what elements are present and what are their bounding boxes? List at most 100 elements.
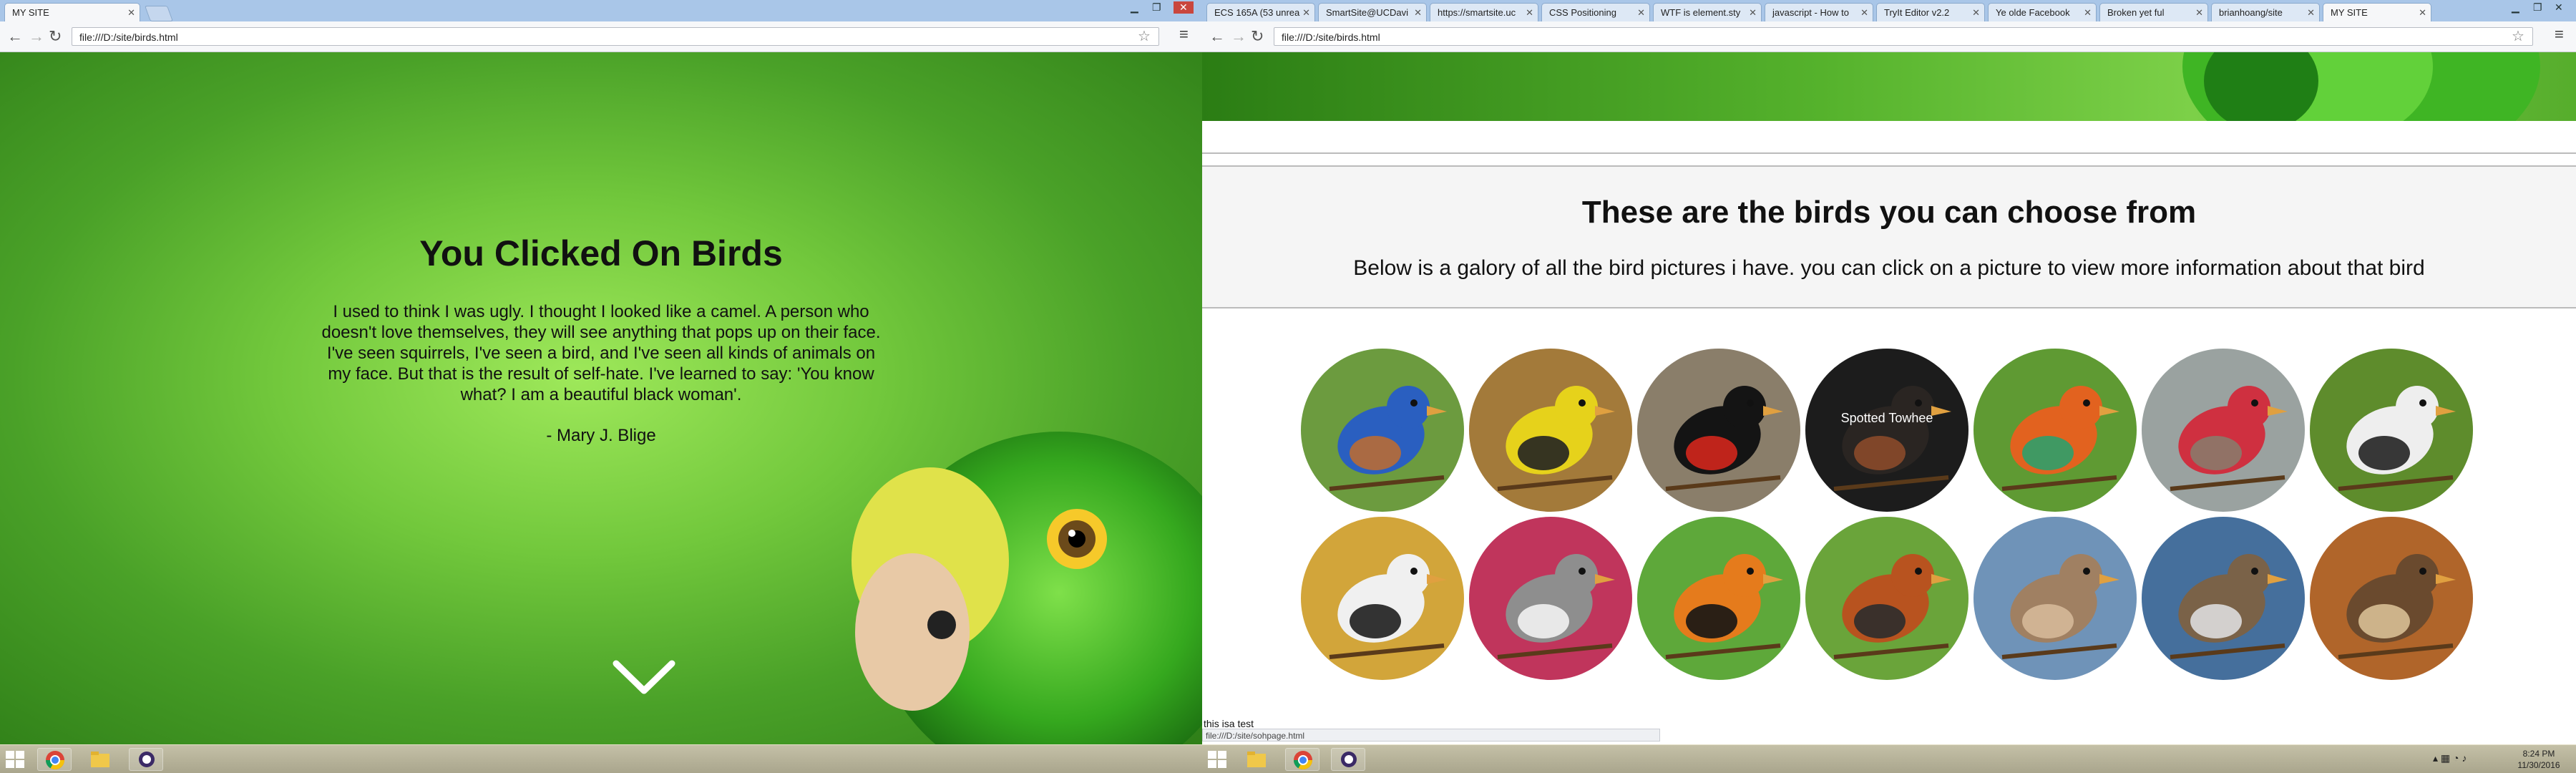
browser-tab[interactable]: Broken yet ful ✕: [2099, 3, 2208, 21]
bird-thumbnail[interactable]: [1301, 517, 1464, 680]
chevron-down-icon[interactable]: [612, 658, 676, 698]
bird-photo: [1301, 517, 1464, 680]
tab-label: WTF is element.sty: [1661, 7, 1741, 18]
back-arrow-icon[interactable]: ←: [1209, 27, 1225, 46]
tab-label: https://smartsite.uc: [1438, 7, 1516, 18]
tab-label: ECS 165A (53 unrea: [1214, 7, 1300, 18]
tab-my-site[interactable]: MY SITE ✕: [4, 3, 140, 21]
tab-label: MY SITE: [2331, 7, 2368, 18]
minimize-icon[interactable]: ▁: [1131, 1, 1138, 14]
clock-time: 8:24 PM: [2522, 749, 2555, 759]
bird-thumbnail[interactable]: [1974, 517, 2137, 680]
browser-tab[interactable]: Ye olde Facebook ✕: [1988, 3, 2097, 21]
forward-arrow-icon[interactable]: →: [1231, 27, 1246, 46]
browser-tab[interactable]: SmartSite@UCDavi ✕: [1318, 3, 1427, 21]
file-explorer-button[interactable]: [1239, 748, 1274, 771]
tab-strip-right: ▁ ❐ ✕ ECS 165A (53 unrea ✕ SmartSite@UCDav…: [1202, 0, 2576, 22]
address-bar[interactable]: file:///D:/site/birds.html: [1274, 27, 2533, 46]
app-taskbar-button[interactable]: [129, 748, 163, 771]
right-monitor: ▁ ❐ ✕ ECS 165A (53 unrea ✕ SmartSite@UCDav…: [1202, 0, 2576, 773]
new-tab-button[interactable]: [144, 6, 174, 21]
close-window-icon[interactable]: ✕: [1174, 1, 1194, 14]
windows-start-icon[interactable]: [6, 751, 24, 768]
bird-photo: [2310, 349, 2473, 512]
footer-text: this isa test: [1204, 718, 1254, 729]
clock-date: 11/30/2016: [2517, 760, 2560, 770]
close-tab-icon[interactable]: ✕: [2195, 4, 2203, 21]
close-tab-icon[interactable]: ✕: [1749, 4, 1757, 21]
bird-thumbnail[interactable]: [1974, 349, 2137, 512]
browser-tab[interactable]: MY SITE ✕: [2323, 3, 2431, 21]
chrome-icon: [45, 751, 65, 770]
browser-toolbar-right: ← → ↻ file:///D:/site/birds.html ☆ ≡: [1202, 21, 2576, 52]
close-tab-icon[interactable]: ✕: [2307, 4, 2315, 21]
close-tab-icon[interactable]: ✕: [2084, 4, 2092, 21]
browser-tab[interactable]: WTF is element.sty ✕: [1653, 3, 1762, 21]
close-window-icon[interactable]: ✕: [2555, 1, 2563, 14]
close-tab-icon[interactable]: ✕: [127, 4, 135, 21]
close-tab-icon[interactable]: ✕: [1972, 4, 1980, 21]
bird-thumbnail[interactable]: [1301, 349, 1464, 512]
bird-thumbnail[interactable]: [2142, 517, 2305, 680]
chrome-taskbar-button[interactable]: [1285, 748, 1319, 771]
bird-photo: [1469, 517, 1632, 680]
bird-photo: [1805, 349, 1968, 512]
bird-photo: [1301, 349, 1464, 512]
browser-tab[interactable]: https://smartsite.uc ✕: [1430, 3, 1538, 21]
bird-photo: [1469, 349, 1632, 512]
chrome-icon: [1293, 751, 1313, 770]
bird-thumbnail[interactable]: Spotted Towhee: [1805, 349, 1968, 512]
close-tab-icon[interactable]: ✕: [1637, 4, 1645, 21]
close-tab-icon[interactable]: ✕: [1414, 4, 1422, 21]
chrome-taskbar-button[interactable]: [37, 748, 72, 771]
left-monitor: MY SITE ✕ ▁ ❐ ✕ ← → ↻ file:///D:/site/bi…: [0, 0, 1202, 773]
tab-label: brianhoang/site: [2219, 7, 2283, 18]
browser-tab[interactable]: CSS Positioning ✕: [1541, 3, 1650, 21]
close-tab-icon[interactable]: ✕: [1302, 4, 1310, 21]
file-explorer-icon: [91, 752, 109, 767]
star-icon[interactable]: ☆: [2512, 27, 2524, 45]
maximize-icon[interactable]: ❐: [1152, 1, 1161, 14]
browser-tab[interactable]: javascript - How to ✕: [1765, 3, 1873, 21]
bird-thumbnail[interactable]: [2142, 349, 2305, 512]
close-tab-icon[interactable]: ✕: [1526, 4, 1533, 21]
menu-icon[interactable]: ≡: [1179, 25, 1189, 44]
parrot-image: [852, 432, 1202, 744]
clock[interactable]: 8:24 PM 11/30/2016: [2510, 748, 2567, 771]
divider: [1202, 165, 2576, 167]
file-explorer-icon: [1247, 752, 1266, 767]
file-explorer-button[interactable]: [83, 748, 117, 771]
forward-arrow-icon[interactable]: →: [29, 27, 44, 46]
back-arrow-icon[interactable]: ←: [7, 27, 23, 46]
bird-thumbnail[interactable]: [2310, 517, 2473, 680]
bird-thumbnail[interactable]: [1805, 517, 1968, 680]
tab-label: MY SITE: [12, 7, 49, 18]
windows-start-icon[interactable]: [1208, 751, 1226, 768]
bird-thumbnail[interactable]: [1637, 349, 1800, 512]
quote-author: - Mary J. Blige: [546, 426, 656, 445]
app-taskbar-button[interactable]: [1331, 748, 1365, 771]
bird-photo: [1974, 349, 2137, 512]
bird-thumbnail[interactable]: [1469, 349, 1632, 512]
browser-tab[interactable]: brianhoang/site ✕: [2211, 3, 2320, 21]
address-bar[interactable]: file:///D:/site/birds.html: [72, 27, 1159, 46]
menu-icon[interactable]: ≡: [2555, 25, 2564, 44]
tray-icons[interactable]: ▴ ▦ ◔ ♪: [2433, 752, 2467, 764]
close-tab-icon[interactable]: ✕: [2419, 4, 2426, 21]
browser-tab[interactable]: ECS 165A (53 unrea ✕: [1206, 3, 1315, 21]
close-tab-icon[interactable]: ✕: [1860, 4, 1868, 21]
divider: [1202, 307, 2576, 308]
maximize-icon[interactable]: ❐: [2533, 1, 2542, 14]
star-icon[interactable]: ☆: [1138, 27, 1151, 45]
app-icon: [1341, 752, 1357, 767]
reload-icon[interactable]: ↻: [1251, 27, 1264, 46]
bird-thumbnail[interactable]: [2310, 349, 2473, 512]
parrot-banner-image: [2182, 52, 2540, 121]
minimize-icon[interactable]: ▁: [2512, 1, 2519, 14]
taskbar-left: [0, 744, 1202, 773]
bird-thumbnail[interactable]: [1469, 517, 1632, 680]
browser-tab[interactable]: TryIt Editor v2.2 ✕: [1876, 3, 1985, 21]
bird-thumbnail[interactable]: [1637, 517, 1800, 680]
reload-icon[interactable]: ↻: [49, 27, 62, 46]
intro-section: [1202, 165, 2576, 307]
